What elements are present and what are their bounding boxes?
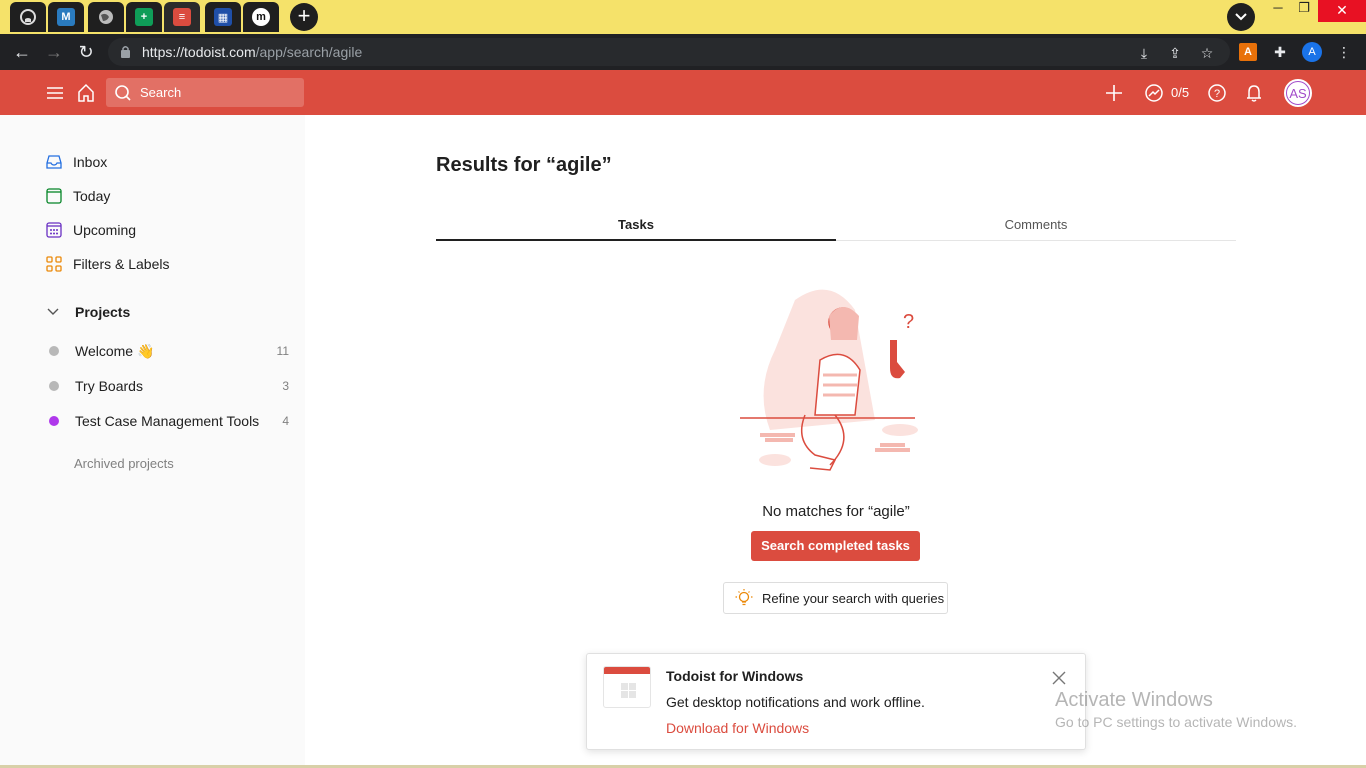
- tab-search-button[interactable]: [1227, 3, 1255, 31]
- browser-menu-icon[interactable]: ⋮: [1335, 43, 1353, 61]
- chevron-down-icon: [47, 308, 59, 315]
- extension-a-icon[interactable]: A: [1239, 43, 1257, 61]
- back-button[interactable]: ←: [12, 42, 32, 62]
- tab-comments[interactable]: Comments: [836, 210, 1236, 241]
- activate-windows-subtitle: Go to PC settings to activate Windows.: [1055, 714, 1297, 730]
- sidebar-item-label: Upcoming: [73, 222, 137, 238]
- refine-label: Refine your search with queries: [762, 590, 945, 606]
- user-avatar[interactable]: AS: [1284, 79, 1312, 107]
- browser-toolbar: ← → ↻ https://todoist.com/app/search/agi…: [0, 34, 1366, 70]
- karma-count[interactable]: 0/5: [1171, 85, 1189, 100]
- refine-search-button[interactable]: Refine your search with queries: [723, 582, 948, 614]
- project-count: 11: [276, 344, 289, 358]
- close-window-button[interactable]: ✕: [1318, 0, 1366, 22]
- tab-tiles[interactable]: ▦: [205, 2, 241, 32]
- svg-text:?: ?: [903, 311, 914, 333]
- tab-sheets[interactable]: +: [126, 2, 162, 32]
- productivity-icon[interactable]: [1143, 82, 1165, 104]
- project-count: 3: [282, 379, 289, 393]
- bookmark-star-icon[interactable]: ☆: [1198, 44, 1216, 62]
- toast-title: Todoist for Windows: [666, 668, 804, 684]
- globe-icon: [99, 10, 113, 24]
- url-text: https://todoist.com/app/search/agile: [142, 44, 362, 60]
- project-label: Test Case Management Tools: [75, 413, 260, 429]
- sheets-icon: +: [135, 8, 153, 26]
- project-color-dot: [49, 381, 59, 391]
- github-icon: [20, 9, 36, 25]
- page-title: Results for “agile”: [436, 154, 612, 176]
- result-tabs: Tasks Comments: [436, 210, 1236, 241]
- project-label: Welcome 👋: [75, 342, 155, 359]
- extensions-puzzle-icon[interactable]: ✚: [1271, 43, 1289, 61]
- project-label: Try Boards: [75, 378, 143, 394]
- tab-m-app[interactable]: M: [48, 2, 84, 32]
- tab-tasks[interactable]: Tasks: [436, 210, 836, 241]
- projects-title: Projects: [75, 304, 131, 320]
- sidebar-item-inbox[interactable]: Inbox: [45, 150, 107, 174]
- download-windows-link[interactable]: Download for Windows: [666, 720, 809, 736]
- lightbulb-icon: [735, 589, 753, 606]
- app-header: Search 0/5 ? AS: [0, 70, 1366, 115]
- tab-m-logo[interactable]: m: [243, 2, 279, 32]
- search-completed-tasks-button[interactable]: Search completed tasks: [751, 531, 920, 561]
- no-matches-text: No matches for “agile”: [762, 503, 910, 520]
- bell-icon[interactable]: [1243, 82, 1265, 104]
- profile-avatar[interactable]: A: [1302, 42, 1322, 62]
- search-placeholder: Search: [140, 85, 182, 100]
- minimize-button[interactable]: ─: [1266, 0, 1290, 22]
- svg-text:?: ?: [1214, 88, 1220, 100]
- chevron-down-icon: [1235, 13, 1247, 21]
- lock-icon: [121, 46, 130, 58]
- tab-todoist[interactable]: ≡: [164, 2, 200, 32]
- search-icon: [115, 85, 131, 101]
- install-icon[interactable]: ⤓: [1135, 44, 1153, 62]
- project-item[interactable]: Try Boards 3: [49, 374, 289, 398]
- m-app-icon: M: [57, 8, 75, 26]
- tiles-icon: ▦: [214, 8, 232, 26]
- m-logo-icon: m: [252, 8, 270, 26]
- project-item[interactable]: Welcome 👋 11: [49, 339, 289, 363]
- tab-globe[interactable]: [88, 2, 124, 32]
- sidebar-item-filters-labels[interactable]: Filters & Labels: [45, 252, 169, 276]
- add-task-icon[interactable]: [1103, 82, 1125, 104]
- sidebar-item-label: Filters & Labels: [73, 256, 170, 272]
- browser-tab-strip: M + ≡ ▦ m + ─ ❐ ✕: [0, 0, 1366, 34]
- empty-state-illustration: ?: [740, 289, 918, 471]
- projects-header[interactable]: Projects: [45, 304, 130, 320]
- forward-button[interactable]: →: [44, 42, 64, 62]
- menu-icon[interactable]: [44, 82, 66, 104]
- new-tab-button[interactable]: +: [290, 3, 318, 31]
- project-count: 4: [282, 414, 289, 428]
- archived-projects-link[interactable]: Archived projects: [74, 456, 174, 471]
- url-domain: https://todoist.com: [142, 44, 256, 60]
- sidebar-item-label: Today: [73, 188, 111, 204]
- home-icon[interactable]: [75, 82, 97, 104]
- address-bar[interactable]: https://todoist.com/app/search/agile ⤓ ⇪…: [108, 38, 1230, 66]
- share-icon[interactable]: ⇪: [1166, 44, 1184, 62]
- calendar-today-icon: [46, 188, 62, 204]
- todoist-icon: ≡: [173, 8, 191, 26]
- reload-button[interactable]: ↻: [76, 42, 96, 62]
- restore-button[interactable]: ❐: [1292, 0, 1316, 22]
- project-item[interactable]: Test Case Management Tools 4: [49, 409, 289, 433]
- avatar-initials: AS: [1286, 81, 1310, 105]
- filters-grid-icon: [46, 256, 62, 272]
- sidebar-item-upcoming[interactable]: Upcoming: [45, 218, 136, 242]
- sidebar-item-today[interactable]: Today: [45, 184, 110, 208]
- help-icon[interactable]: ?: [1206, 82, 1228, 104]
- inbox-icon: [46, 155, 62, 169]
- search-input[interactable]: Search: [106, 78, 304, 107]
- activate-windows-title: Activate Windows: [1055, 689, 1213, 711]
- calendar-upcoming-icon: [46, 222, 62, 238]
- url-path: /app/search/agile: [255, 44, 363, 60]
- project-color-dot: [49, 416, 59, 426]
- windows-app-icon: [603, 666, 651, 708]
- sidebar: Inbox Today Upcoming Filters & Labels Pr…: [0, 115, 305, 768]
- toast-subtitle: Get desktop notifications and work offli…: [666, 694, 925, 710]
- windows-app-promo: Todoist for Windows Get desktop notifica…: [586, 653, 1086, 750]
- sidebar-item-label: Inbox: [73, 154, 108, 170]
- tab-github[interactable]: [10, 2, 46, 32]
- project-color-dot: [49, 346, 59, 356]
- close-icon[interactable]: [1049, 668, 1069, 688]
